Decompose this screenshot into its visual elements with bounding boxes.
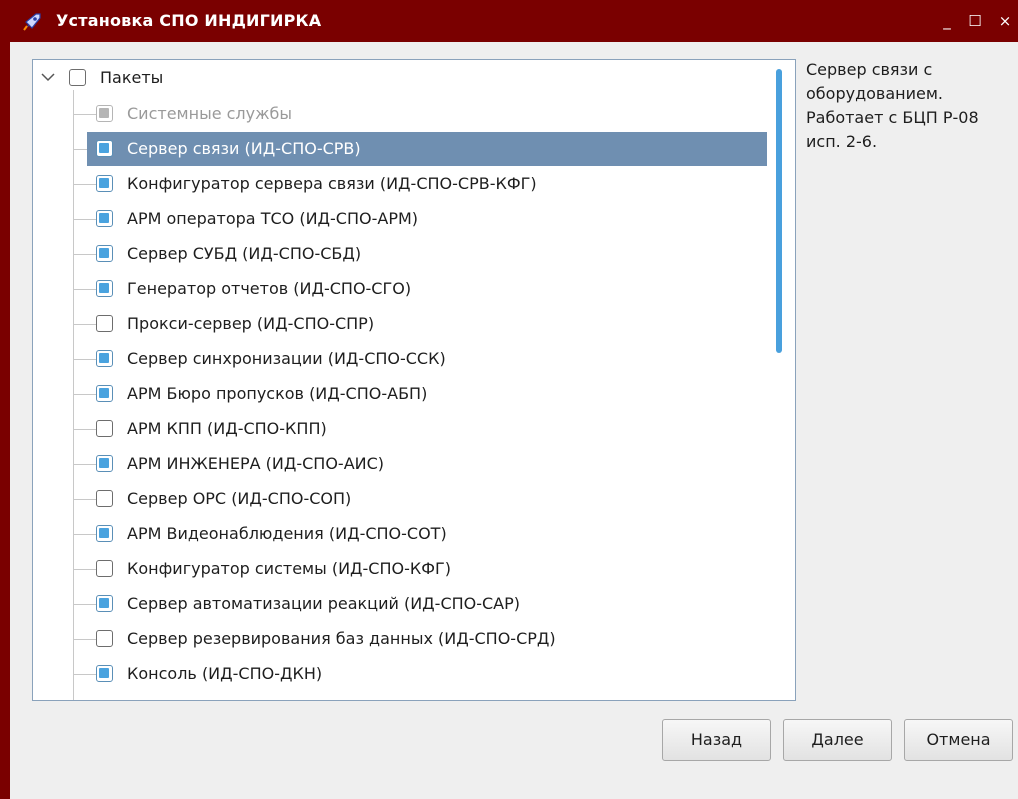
window-title: Установка СПО ИНДИГИРКА bbox=[56, 11, 322, 30]
package-label: Сервер резервирования баз данных (ИД-СПО… bbox=[127, 629, 556, 648]
package-label: Сервер автоматизации реакций (ИД-СПО-САР… bbox=[127, 594, 521, 613]
package-checkbox[interactable] bbox=[96, 455, 113, 472]
description-line: оборудованием. bbox=[806, 84, 944, 103]
package-checkbox[interactable] bbox=[96, 350, 113, 367]
vertical-scrollbar[interactable] bbox=[776, 69, 782, 353]
package-label: АРМ Видеонаблюдения (ИД-СПО-СОТ) bbox=[127, 524, 447, 543]
back-button[interactable]: Назад bbox=[662, 719, 771, 761]
tree-item[interactable]: Сервер ОРС (ИД-СПО-СОП) bbox=[33, 482, 773, 516]
tree-item[interactable]: Конфигуратор системы (ИД-СПО-КФГ) bbox=[33, 552, 773, 586]
cancel-button[interactable]: Отмена bbox=[904, 719, 1013, 761]
tree-item[interactable]: Сервер автоматизации реакций (ИД-СПО-САР… bbox=[33, 587, 773, 621]
title-bar[interactable]: Установка СПО ИНДИГИРКА _ ☐ × bbox=[0, 0, 1018, 42]
rocket-icon bbox=[23, 13, 41, 31]
package-label: Конфигуратор системы (ИД-СПО-КФГ) bbox=[127, 559, 452, 578]
tree-branch-line bbox=[73, 324, 97, 325]
tree-branch-line bbox=[73, 184, 97, 185]
package-label: АРМ оператора ТСО (ИД-СПО-АРМ) bbox=[127, 209, 419, 228]
tree-item[interactable]: Прокси-сервер (ИД-СПО-СПР) bbox=[33, 307, 773, 341]
description-line: исп. 2-6. bbox=[806, 132, 878, 151]
tree-branch-line bbox=[73, 639, 97, 640]
description-line: Работает с БЦП Р-08 bbox=[806, 108, 979, 127]
client-area: Пакеты Системные службы Сервер связи (ИД-… bbox=[10, 42, 1018, 799]
tree-item[interactable]: АРМ Бюро пропусков (ИД-СПО-АБП) bbox=[33, 377, 773, 411]
tree-item[interactable]: Сервер СУБД (ИД-СПО-СБД) bbox=[33, 237, 773, 271]
package-label: АРМ Бюро пропусков (ИД-СПО-АБП) bbox=[127, 384, 428, 403]
package-label: АРМ КПП (ИД-СПО-КПП) bbox=[127, 419, 327, 438]
close-button[interactable]: × bbox=[994, 11, 1016, 31]
package-checkbox bbox=[96, 105, 113, 122]
tree-item[interactable]: АРМ КПП (ИД-СПО-КПП) bbox=[33, 412, 773, 446]
description-line: Сервер связи с bbox=[806, 60, 933, 79]
package-checkbox[interactable] bbox=[96, 665, 113, 682]
tree-branch-line bbox=[73, 114, 97, 115]
chevron-down-icon[interactable] bbox=[39, 68, 57, 86]
package-label: Сервер СУБД (ИД-СПО-СБД) bbox=[127, 244, 362, 263]
tree-item[interactable] bbox=[33, 692, 773, 701]
tree-item[interactable]: Сервер связи (ИД-СПО-СРВ) bbox=[33, 132, 773, 166]
package-checkbox[interactable] bbox=[96, 385, 113, 402]
package-checkbox[interactable] bbox=[96, 560, 113, 577]
tree-branch-line bbox=[73, 674, 97, 675]
tree-branch-line bbox=[73, 289, 97, 290]
package-label: Генератор отчетов (ИД-СПО-СГО) bbox=[127, 279, 412, 298]
package-checkbox[interactable] bbox=[96, 280, 113, 297]
tree-branch-line bbox=[73, 394, 97, 395]
package-label: Сервер ОРС (ИД-СПО-СОП) bbox=[127, 489, 352, 508]
package-checkbox[interactable] bbox=[96, 700, 113, 701]
root-checkbox[interactable] bbox=[69, 69, 86, 86]
tree-branch-line bbox=[73, 359, 97, 360]
package-label: Сервер синхронизации (ИД-СПО-ССК) bbox=[127, 349, 446, 368]
package-checkbox[interactable] bbox=[96, 525, 113, 542]
package-checkbox[interactable] bbox=[96, 245, 113, 262]
tree-item[interactable]: Сервер резервирования баз данных (ИД-СПО… bbox=[33, 622, 773, 656]
package-label: Консоль (ИД-СПО-ДКН) bbox=[127, 664, 323, 683]
window-border bbox=[0, 0, 10, 799]
tree-branch-line bbox=[73, 499, 97, 500]
tree-item[interactable]: АРМ Видеонаблюдения (ИД-СПО-СОТ) bbox=[33, 517, 773, 551]
tree-item[interactable]: Сервер синхронизации (ИД-СПО-ССК) bbox=[33, 342, 773, 376]
tree-item[interactable]: Генератор отчетов (ИД-СПО-СГО) bbox=[33, 272, 773, 306]
package-label: Прокси-сервер (ИД-СПО-СПР) bbox=[127, 314, 375, 333]
package-checkbox[interactable] bbox=[96, 210, 113, 227]
maximize-button[interactable]: ☐ bbox=[964, 11, 986, 31]
installer-window: Установка СПО ИНДИГИРКА _ ☐ × Пакеты Сис… bbox=[0, 0, 1018, 799]
package-label: Конфигуратор сервера связи (ИД-СПО-СРВ-К… bbox=[127, 174, 537, 193]
package-checkbox[interactable] bbox=[96, 630, 113, 647]
tree-branch-line bbox=[73, 534, 97, 535]
tree-branch-line bbox=[73, 429, 97, 430]
tree-item[interactable]: Консоль (ИД-СПО-ДКН) bbox=[33, 657, 773, 691]
package-description: Сервер связи с оборудованием. Работает с… bbox=[806, 58, 1006, 154]
package-label: Сервер связи (ИД-СПО-СРВ) bbox=[127, 139, 361, 158]
package-checkbox[interactable] bbox=[96, 175, 113, 192]
package-label: АРМ ИНЖЕНЕРА (ИД-СПО-АИС) bbox=[127, 454, 385, 473]
package-checkbox[interactable] bbox=[96, 595, 113, 612]
tree-item[interactable]: Системные службы bbox=[33, 97, 773, 131]
tree-item[interactable]: АРМ оператора ТСО (ИД-СПО-АРМ) bbox=[33, 202, 773, 236]
package-checkbox[interactable] bbox=[96, 420, 113, 437]
package-checkbox[interactable] bbox=[96, 490, 113, 507]
package-checkbox[interactable] bbox=[96, 315, 113, 332]
packages-tree[interactable]: Пакеты Системные службы Сервер связи (ИД-… bbox=[32, 59, 796, 701]
tree-branch-line bbox=[73, 569, 97, 570]
next-button[interactable]: Далее bbox=[783, 719, 892, 761]
minimize-button[interactable]: _ bbox=[936, 11, 958, 31]
tree-root-label: Пакеты bbox=[100, 68, 164, 87]
package-label: Системные службы bbox=[127, 104, 293, 123]
tree-branch-line bbox=[73, 464, 97, 465]
tree-branch-line bbox=[73, 604, 97, 605]
tree-item[interactable]: АРМ ИНЖЕНЕРА (ИД-СПО-АИС) bbox=[33, 447, 773, 481]
package-checkbox[interactable] bbox=[96, 140, 113, 157]
tree-branch-line bbox=[73, 219, 97, 220]
tree-item[interactable]: Конфигуратор сервера связи (ИД-СПО-СРВ-К… bbox=[33, 167, 773, 201]
tree-branch-line bbox=[73, 254, 97, 255]
